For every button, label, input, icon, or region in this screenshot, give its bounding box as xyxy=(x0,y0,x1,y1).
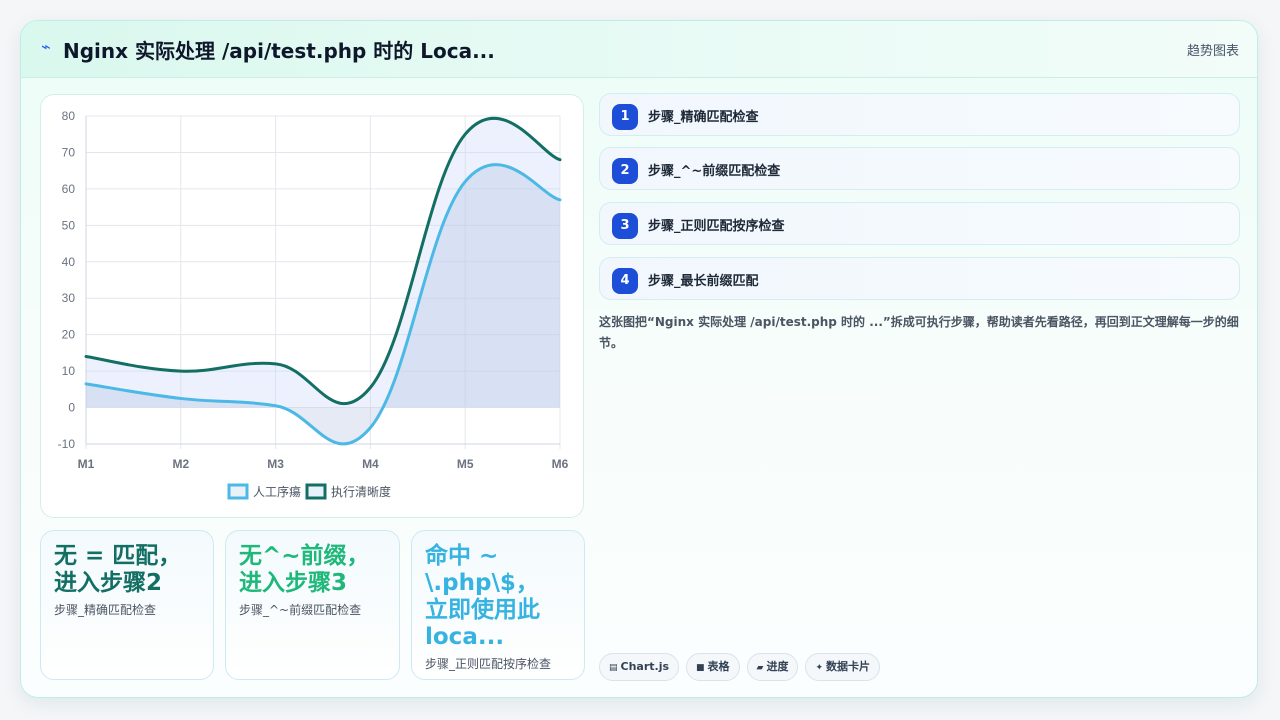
legend-swatch xyxy=(227,483,249,500)
stat-value-line: loca... xyxy=(425,624,505,650)
y-tick-label: -10 xyxy=(58,437,76,451)
stat-value-line: 进入步骤2 xyxy=(54,570,163,596)
chip-table[interactable]: ■ 表格 xyxy=(686,653,740,681)
line-chart: -10 0 10 20 30 40 50 60 70 80 M1 M2 M3 M4 M5 M6 人工序瘍 执行清晰… xyxy=(40,94,584,518)
feature-chips: ▤ Chart.js ■ 表格 ▰ 进度 ✦ 数据卡片 xyxy=(599,653,887,681)
x-tick-label: M4 xyxy=(362,457,379,471)
stat-value-line: 立即使用此 xyxy=(425,597,540,623)
chip-progress[interactable]: ▰ 进度 xyxy=(746,653,799,681)
y-tick-label: 10 xyxy=(62,364,76,378)
y-tick-label: 20 xyxy=(62,328,76,342)
stat-value-line: 命中 ~ xyxy=(425,543,499,569)
sparkle-icon: ✦ xyxy=(815,663,824,673)
stat-card-2: 无^~前缀， 进入步骤3 步骤_^~前缀匹配检查 xyxy=(225,530,400,680)
y-tick-label: 30 xyxy=(62,291,76,305)
page-title: Nginx 实际处理 /api/test.php 时的 Loca... xyxy=(63,39,495,63)
legend-swatch xyxy=(305,483,327,500)
step-item-4[interactable]: 4 步骤_最长前缀匹配 xyxy=(599,257,1240,300)
stat-value-line: 无 = 匹配， xyxy=(54,543,182,569)
main-card: ⌁ Nginx 实际处理 /api/test.php 时的 Loca... 趋势… xyxy=(20,20,1258,698)
card-header: ⌁ Nginx 实际处理 /api/test.php 时的 Loca... 趋势… xyxy=(21,21,1257,78)
step-number-badge: 4 xyxy=(612,268,638,294)
step-label: 步骤_最长前缀匹配 xyxy=(648,274,759,289)
chip-label: 表格 xyxy=(707,660,730,673)
y-tick-label: 40 xyxy=(62,255,76,269)
stat-value-line: 无^~前缀， xyxy=(239,543,370,569)
legend-label: 执行清晰度 xyxy=(331,484,391,499)
y-tick-label: 60 xyxy=(62,182,76,196)
step-number-badge: 2 xyxy=(612,158,638,184)
y-tick-label: 0 xyxy=(68,401,75,415)
y-tick-label: 70 xyxy=(62,145,76,159)
step-item-3[interactable]: 3 步骤_正则匹配按序检查 xyxy=(599,202,1240,245)
lightning-icon: ⌁ xyxy=(41,37,51,56)
chart-description: 这张图把“Nginx 实际处理 /api/test.php 时的 ...”拆成可… xyxy=(599,315,1239,350)
chart-svg: -10 0 10 20 30 40 50 60 70 80 M1 M2 M3 M4 M5 M6 人工序瘍 执行清晰… xyxy=(58,109,569,500)
stat-value-3: 命中 ~ \.php\$， 立即使用此 loca... xyxy=(425,543,571,651)
stat-value-line: 进入步骤3 xyxy=(239,570,348,596)
step-item-2[interactable]: 2 步骤_^~前缀匹配检查 xyxy=(599,147,1240,190)
stat-label-2: 步骤_^~前缀匹配检查 xyxy=(239,603,362,617)
x-tick-label: M5 xyxy=(457,457,474,471)
stat-value-2: 无^~前缀， 进入步骤3 xyxy=(239,543,386,597)
stat-label-1: 步骤_精确匹配检查 xyxy=(54,603,157,617)
x-tick-label: M3 xyxy=(267,457,284,471)
progress-icon: ▰ xyxy=(756,663,764,673)
stat-card-1: 无 = 匹配， 进入步骤2 步骤_精确匹配检查 xyxy=(40,530,214,680)
chart-icon: ▤ xyxy=(609,663,618,673)
step-number-badge: 3 xyxy=(612,213,638,239)
chip-label: Chart.js xyxy=(620,660,670,673)
step-item-1[interactable]: 1 步骤_精确匹配检查 xyxy=(599,93,1240,136)
table-icon: ■ xyxy=(696,663,705,673)
step-label: 步骤_正则匹配按序检查 xyxy=(648,219,785,234)
stat-value-1: 无 = 匹配， 进入步骤2 xyxy=(54,543,200,597)
chip-label: 数据卡片 xyxy=(826,660,871,673)
y-tick-label: 50 xyxy=(62,218,76,232)
stat-value-line: \.php\$， xyxy=(425,570,539,596)
x-tick-label: M2 xyxy=(172,457,189,471)
step-number-badge: 1 xyxy=(612,104,638,130)
stat-label-3: 步骤_正则匹配按序检查 xyxy=(425,657,552,671)
legend-label: 人工序瘍 xyxy=(253,484,301,499)
chip-chartjs[interactable]: ▤ Chart.js xyxy=(599,653,680,681)
x-tick-label: M6 xyxy=(552,457,569,471)
step-label: 步骤_精确匹配检查 xyxy=(648,110,759,125)
step-label: 步骤_^~前缀匹配检查 xyxy=(648,164,781,179)
chart-type-tag: 趋势图表 xyxy=(1186,44,1239,59)
chip-label: 进度 xyxy=(766,660,789,673)
chip-data-card[interactable]: ✦ 数据卡片 xyxy=(805,653,881,681)
stat-card-3: 命中 ~ \.php\$， 立即使用此 loca... 步骤_正则匹配按序检查 xyxy=(411,530,585,680)
y-tick-label: 80 xyxy=(62,109,76,123)
x-tick-label: M1 xyxy=(78,457,95,471)
